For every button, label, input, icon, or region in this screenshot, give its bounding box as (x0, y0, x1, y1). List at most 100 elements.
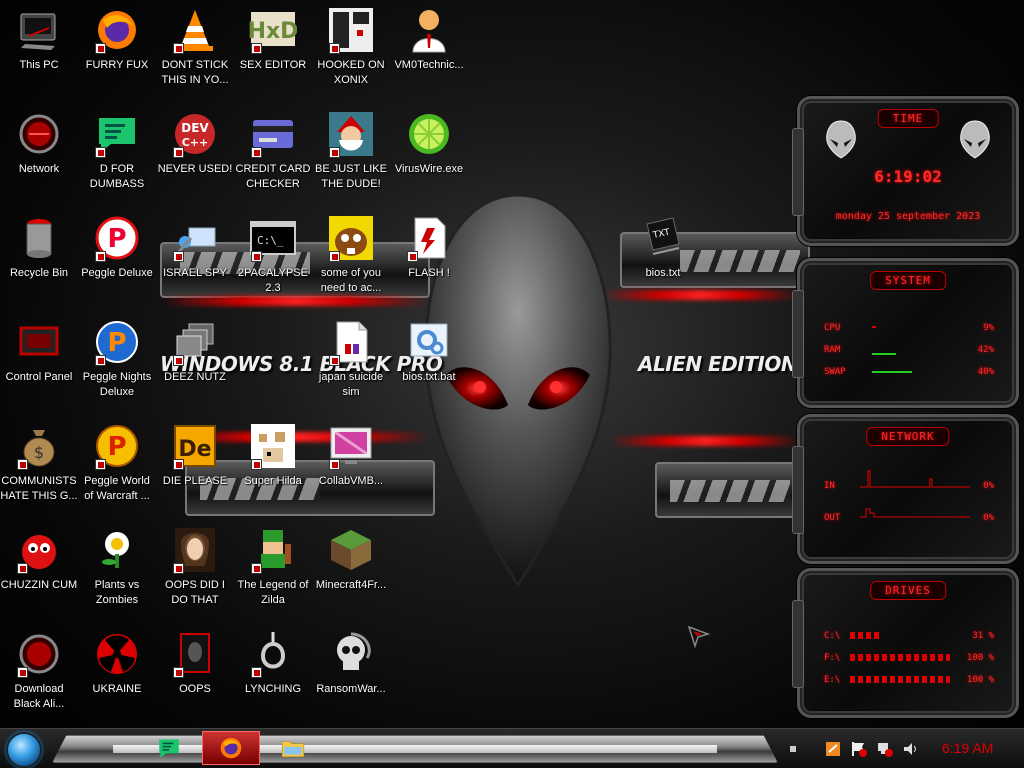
radiation-icon (93, 630, 141, 678)
taskbar-app-chat[interactable] (140, 731, 198, 765)
xonix-icon (327, 6, 375, 54)
shortcut-arrow-icon (95, 43, 106, 54)
plant-icon (93, 526, 141, 574)
desktop-icon-oops-did-i[interactable]: OOPS DID I DO THAT (156, 526, 234, 608)
desktop-icon-d-for-dumbass[interactable]: D FOR DUMBASS (78, 110, 156, 192)
icon-label: The Legend of Zilda (237, 579, 309, 606)
wallpaper-red-glow (600, 290, 800, 300)
action-center-flag-icon[interactable] (850, 740, 868, 758)
alien-doc-icon (171, 630, 219, 678)
beaver-icon (327, 214, 375, 262)
taskbar-app-file-explorer[interactable] (264, 731, 322, 765)
shortcut-arrow-icon (329, 251, 340, 262)
icon-label: FLASH ! (408, 267, 450, 279)
desktop-icon-peggle-deluxe[interactable]: P Peggle Deluxe (78, 214, 156, 281)
desktop-icon-viruswire[interactable]: VirusWire.exe (390, 110, 468, 177)
desktop-icon-oops[interactable]: OOPS (156, 630, 234, 697)
shortcut-arrow-icon (173, 563, 184, 574)
recycle-bin-icon (15, 214, 63, 262)
technician-icon (405, 6, 453, 54)
desktop-icon-legend-of-zilda[interactable]: The Legend of Zilda (234, 526, 312, 608)
desktop-icon-peggle-wow[interactable]: P Peggle World of Warcraft ... (78, 422, 156, 504)
desktop-icon-japan-suicide-sim[interactable]: japan suicide sim (312, 318, 390, 400)
peggle-nights-icon: P (93, 318, 141, 366)
tray-app-icon[interactable] (824, 740, 842, 758)
shortcut-arrow-icon (173, 355, 184, 366)
desktop-icon-die-please[interactable]: De DIE PLEASE (156, 422, 234, 489)
terminal-icon: C:\_ (249, 214, 297, 262)
network-panel-title: NETWORK (866, 427, 950, 446)
desktop-icon-vm0technician[interactable]: VM0Technic... (390, 6, 468, 73)
network-status-icon[interactable] (876, 740, 894, 758)
volume-icon[interactable] (902, 740, 920, 758)
desktop-icon-this-pc[interactable]: This PC (0, 6, 78, 73)
icon-label: VirusWire.exe (394, 163, 464, 175)
shortcut-arrow-icon (329, 459, 340, 470)
shortcut-arrow-icon (17, 667, 28, 678)
drive-f-bar (850, 654, 950, 661)
zelda-icon (249, 526, 297, 574)
desktop-icon-sex-editor[interactable]: HxD SEX EDITOR (234, 6, 312, 73)
time-panel: TIME 6:19:02 monday 25 september 2023 (792, 96, 1019, 246)
desktop-icon-chuzzin[interactable]: CHUZZIN CUM (0, 526, 78, 593)
peggle-wow-icon: P (93, 422, 141, 470)
desktop-icon-super-hilda[interactable]: Super Hilda (234, 422, 312, 489)
drive-c-value: 31 % (972, 631, 994, 641)
ram-graph (872, 353, 896, 355)
show-hidden-icon[interactable] (790, 746, 796, 752)
desktop-icon-bios-bat[interactable]: bios.txt.bat (390, 318, 468, 385)
icon-label: UKRAINE (92, 683, 142, 695)
clock-date: monday 25 september 2023 (835, 211, 981, 222)
shortcut-arrow-icon (251, 563, 262, 574)
desktop-icon-bios-txt[interactable]: TXT bios.txt (624, 214, 702, 281)
taskbar-app-firefox[interactable] (202, 731, 260, 765)
desktop-icon-flash[interactable]: FLASH ! (390, 214, 468, 281)
icon-label: NEVER USED! (157, 163, 233, 175)
firefox-icon (93, 6, 141, 54)
desktop-icon-never-used[interactable]: DEV C++ NEVER USED! (156, 110, 234, 177)
desktop-icon-minecraft[interactable]: Minecraft4Fr... (312, 526, 390, 593)
desktop-icon-ransomware[interactable]: RansomWar... (312, 630, 390, 697)
ram-label: RAM (824, 345, 841, 355)
taskbar-clock[interactable]: 6:19 AM (942, 740, 993, 756)
cpu-value: 9% (983, 323, 994, 333)
desktop-icon-some-of-you[interactable]: some of you need to ac... (312, 214, 390, 296)
desktop-icon-communists[interactable]: $ COMMUNISTS HATE THIS G... (0, 422, 78, 504)
shortcut-arrow-icon (173, 147, 184, 158)
taskbar: 6:19 AM (0, 728, 1024, 768)
desktop-icon-ukraine[interactable]: UKRAINE (78, 630, 156, 697)
skull-icon (327, 630, 375, 678)
flash-icon (405, 214, 453, 262)
folder-icon (281, 741, 305, 757)
desktop-icon-plants-vs-zombies[interactable]: Plants vs Zombies (78, 526, 156, 608)
desktop-icon-peggle-nights[interactable]: P Peggle Nights Deluxe (78, 318, 156, 400)
icon-label: Control Panel (5, 371, 73, 383)
desktop-icon-hooked-on-xonix[interactable]: HOOKED ON XONIX (312, 6, 390, 88)
desktop-icon-furry-fux[interactable]: FURRY FUX (78, 6, 156, 73)
desktop-icon-recycle-bin[interactable]: Recycle Bin (0, 214, 78, 281)
icon-label: SEX EDITOR (239, 59, 307, 71)
start-button[interactable] (6, 732, 42, 768)
shortcut-arrow-icon (173, 459, 184, 470)
desktop-icon-control-panel[interactable]: Control Panel (0, 318, 78, 385)
desktop-icon-download-black-alien[interactable]: Download Black Ali... (0, 630, 78, 712)
desktop-icon-lynching[interactable]: LYNCHING (234, 630, 312, 697)
desktop-icon-deez-nutz[interactable]: DEEZ NUTZ (156, 318, 234, 385)
net-in-value: 0% (983, 481, 994, 491)
shortcut-arrow-icon (251, 251, 262, 262)
icon-label: Plants vs Zombies (94, 579, 140, 606)
drive-f-value: 100 % (966, 653, 994, 663)
alien-logo-icon (15, 630, 63, 678)
icon-label: VM0Technic... (394, 59, 464, 71)
desktop-icon-network[interactable]: Network (0, 110, 78, 177)
santa-icon (327, 110, 375, 158)
desktop-icon-collabvm[interactable]: CollabVMB... (312, 422, 390, 489)
desktop-icon-2pacalypse[interactable]: C:\_ 2PACALYPSE 2.3 (234, 214, 312, 296)
desktop-icon-be-just-like-the-dude[interactable]: BE JUST LIKE THE DUDE! (312, 110, 390, 192)
desktop-icon-israel-spy[interactable]: ISRAEL SPY (156, 214, 234, 281)
icon-label: LYNCHING (244, 683, 302, 695)
desktop-icon-credit-card-checker[interactable]: CREDIT CARD CHECKER (234, 110, 312, 192)
desktop-icon-dont-stick[interactable]: DONT STICK THIS IN YO... (156, 6, 234, 88)
shortcut-arrow-icon (173, 43, 184, 54)
chat-icon (159, 739, 179, 758)
